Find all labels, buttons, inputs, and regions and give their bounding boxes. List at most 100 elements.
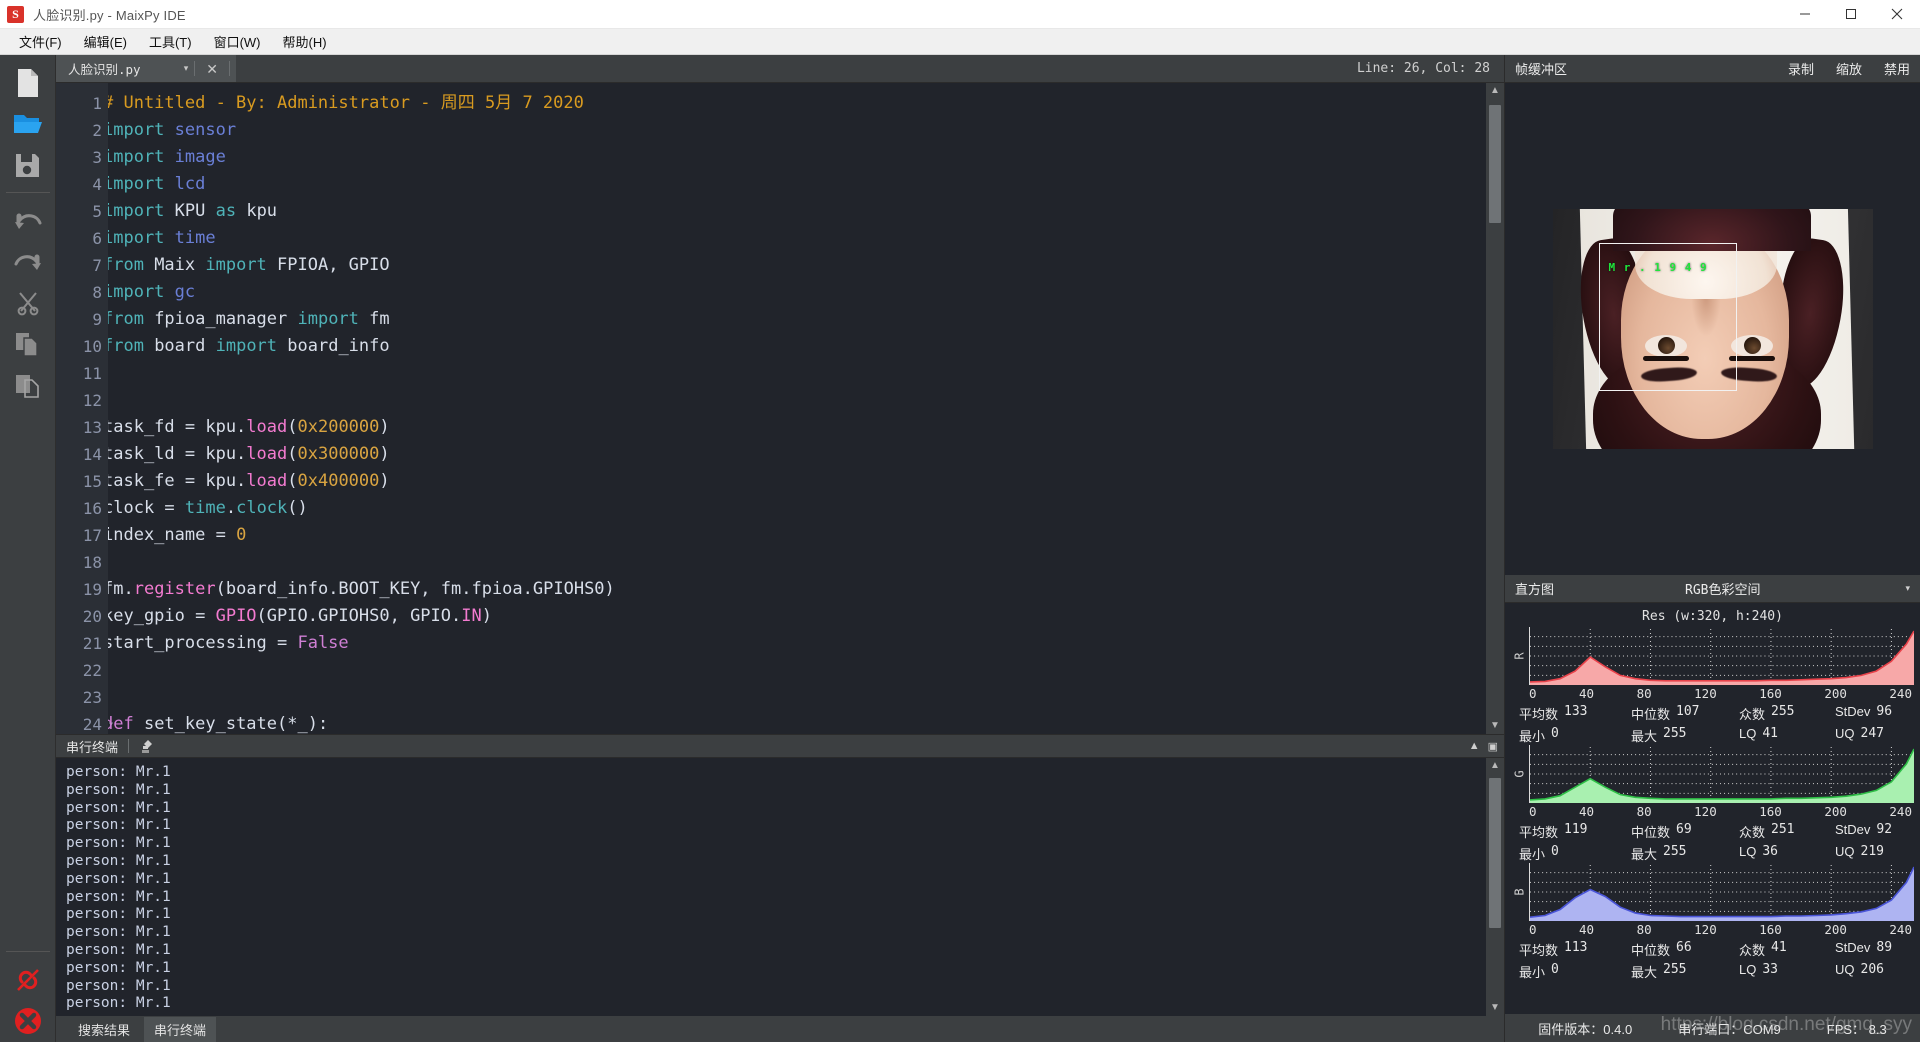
status-bar: 固件版本：0.4.0 串行端口：COM9 FPS： 8.3 https://bl… — [1505, 1014, 1920, 1042]
tab-serial-terminal[interactable]: 串行终端 — [144, 1016, 217, 1042]
stat-label: LQ — [1739, 962, 1757, 977]
stat-label: 中位数 — [1631, 825, 1671, 840]
line-number: 21 — [82, 634, 102, 653]
maximize-button[interactable] — [1828, 0, 1874, 29]
stat-min: 最小 0 — [1519, 726, 1631, 745]
axis-tick-label: 120 — [1694, 804, 1717, 819]
histogram-x-axis: 0 40 80 120 160 200 240 — [1511, 685, 1914, 701]
line-number: 14 — [82, 445, 102, 464]
scroll-track[interactable] — [1486, 99, 1504, 718]
tab-divider — [194, 61, 196, 76]
code-token: 0x300000 — [297, 444, 380, 464]
stat-median: 中位数 107 — [1631, 704, 1739, 723]
code-line: key_gpio = GPIO(GPIO.GPIOHS0, GPIO.IN) — [108, 603, 1504, 630]
tab-search-results[interactable]: 搜索结果 — [68, 1017, 140, 1042]
line-number: 1 — [92, 94, 102, 113]
code-token: start_processing = — [108, 633, 298, 653]
undo-icon[interactable] — [8, 201, 48, 241]
terminal-scroll-up-icon[interactable]: ▲ — [1490, 758, 1500, 774]
menu-window[interactable]: 窗口(W) — [203, 29, 272, 54]
stat-value: 36 — [1762, 844, 1778, 859]
terminal-scroll-thumb[interactable] — [1489, 778, 1501, 928]
histogram-x-axis: 0 40 80 120 160 200 240 — [1511, 921, 1914, 937]
terminal-body: person: Mr.1 person: Mr.1 person: Mr.1 p… — [56, 758, 1504, 1016]
stat-uq: UQ 219 — [1835, 844, 1884, 863]
framebuffer-title: 帧缓冲区 — [1515, 62, 1568, 77]
menu-edit[interactable]: 编辑(E) — [73, 29, 138, 54]
axis-tick-label: 40 — [1579, 686, 1595, 701]
new-file-icon[interactable] — [8, 63, 48, 103]
cut-icon[interactable] — [8, 283, 48, 323]
scroll-up-icon[interactable]: ▲ — [1490, 83, 1500, 99]
paste-icon[interactable] — [8, 365, 48, 405]
menu-help[interactable]: 帮助(H) — [272, 29, 338, 54]
terminal-scroll-down-icon[interactable]: ▼ — [1490, 1000, 1500, 1016]
fps-value: FPS： 8.3 — [1826, 1021, 1887, 1037]
axis-tick-label: 80 — [1636, 922, 1652, 937]
terminal-output: person: Mr.1 person: Mr.1 person: Mr.1 p… — [66, 764, 171, 1012]
stat-label: 最大 — [1631, 965, 1658, 980]
scroll-thumb[interactable] — [1489, 105, 1501, 223]
close-icon[interactable]: ✕ — [201, 62, 223, 76]
save-icon[interactable] — [8, 145, 48, 185]
zoom-button[interactable]: 缩放 — [1836, 59, 1862, 78]
code-line: # Untitled - By: Administrator - 周四 5月 7… — [108, 90, 1504, 117]
stat-value: 255 — [1663, 962, 1687, 977]
editor-tab-face-recognition[interactable]: 人脸识别.py ▾ ✕ — [56, 55, 236, 82]
face-label-overlay: M r . 1 9 4 9 — [1608, 261, 1708, 274]
code-token: as — [215, 201, 247, 221]
terminal-scrollbar[interactable]: ▲ ▼ — [1486, 758, 1504, 1016]
open-folder-icon[interactable] — [8, 104, 48, 144]
stat-stdev: StDev 89 — [1835, 940, 1892, 959]
menu-bar: 文件(F) 编辑(E) 工具(T) 窗口(W) 帮助(H) — [0, 29, 1920, 55]
chevron-down-icon[interactable]: ▾ — [184, 63, 189, 74]
code-token: (GPIO.GPIOHS0, GPIO. — [256, 606, 462, 626]
chevron-down-icon[interactable]: ▾ — [1905, 583, 1910, 594]
terminal-collapse-icon[interactable]: ▲ — [1469, 740, 1480, 752]
line-number: 7 — [92, 256, 102, 275]
stat-lq: LQ 41 — [1739, 726, 1835, 745]
disconnect-icon[interactable] — [8, 960, 48, 1000]
stat-value: 66 — [1676, 940, 1692, 955]
histogram-stats-row: 最小 0 最大 255 LQ 36 UQ 219 — [1511, 841, 1914, 863]
histogram-header: 直方图 RGB色彩空间 ▾ — [1505, 575, 1920, 603]
stat-value: 69 — [1676, 822, 1692, 837]
stop-icon[interactable] — [8, 1001, 48, 1041]
code-token: import — [108, 120, 175, 140]
stat-value: 255 — [1771, 704, 1795, 719]
close-button[interactable] — [1874, 0, 1920, 29]
resolution-label: Res (w:320, h:240) — [1642, 609, 1783, 624]
histogram-stats-row: 平均数 119 中位数 69 众数 251 StDev 92 — [1511, 819, 1914, 841]
axis-tick-label: 80 — [1636, 686, 1652, 701]
record-button[interactable]: 录制 — [1788, 59, 1814, 78]
code-token: 0x200000 — [297, 417, 380, 437]
disable-button[interactable]: 禁用 — [1884, 59, 1910, 78]
menu-file[interactable]: 文件(F) — [8, 29, 73, 54]
rail-divider-bottom — [5, 951, 50, 952]
framebuffer-view[interactable]: M r . 1 9 4 9 — [1505, 83, 1920, 575]
broom-icon[interactable] — [129, 739, 164, 754]
editor-vertical-scrollbar[interactable]: ▲ ▼ — [1486, 83, 1504, 734]
stat-label: 平均数 — [1519, 943, 1559, 958]
terminal-maximize-icon[interactable]: ▣ — [1488, 740, 1498, 753]
scroll-down-icon[interactable]: ▼ — [1490, 718, 1500, 734]
code-editor[interactable]: 1 2 3 4 5 6 7 8 9 10 11 12 13 14 15 16 17 18 19 20 21 22 23 24 ▾… — [56, 83, 1504, 734]
stat-mean: 平均数 113 — [1519, 940, 1631, 959]
copy-icon[interactable] — [8, 324, 48, 364]
menu-tools[interactable]: 工具(T) — [138, 29, 203, 54]
code-text-area[interactable]: # Untitled - By: Administrator - 周四 5月 7… — [108, 83, 1504, 734]
redo-icon[interactable] — [8, 242, 48, 282]
code-token: register — [133, 579, 216, 599]
colorspace-selector[interactable]: RGB色彩空间 — [1685, 579, 1760, 598]
code-token: (*_): — [277, 714, 329, 734]
minimize-button[interactable] — [1782, 0, 1828, 29]
code-token: time — [174, 228, 216, 248]
code-line: def set_key_state(*_): — [108, 711, 1504, 734]
histogram-title: 直方图 — [1515, 582, 1555, 597]
stat-value: 41 — [1762, 726, 1778, 741]
code-token: # Untitled - By: Administrator - 周四 5月 7… — [108, 93, 584, 113]
editor-column: 人脸识别.py ▾ ✕ Line: 26, Col: 28 1234567891… — [56, 55, 1504, 1042]
